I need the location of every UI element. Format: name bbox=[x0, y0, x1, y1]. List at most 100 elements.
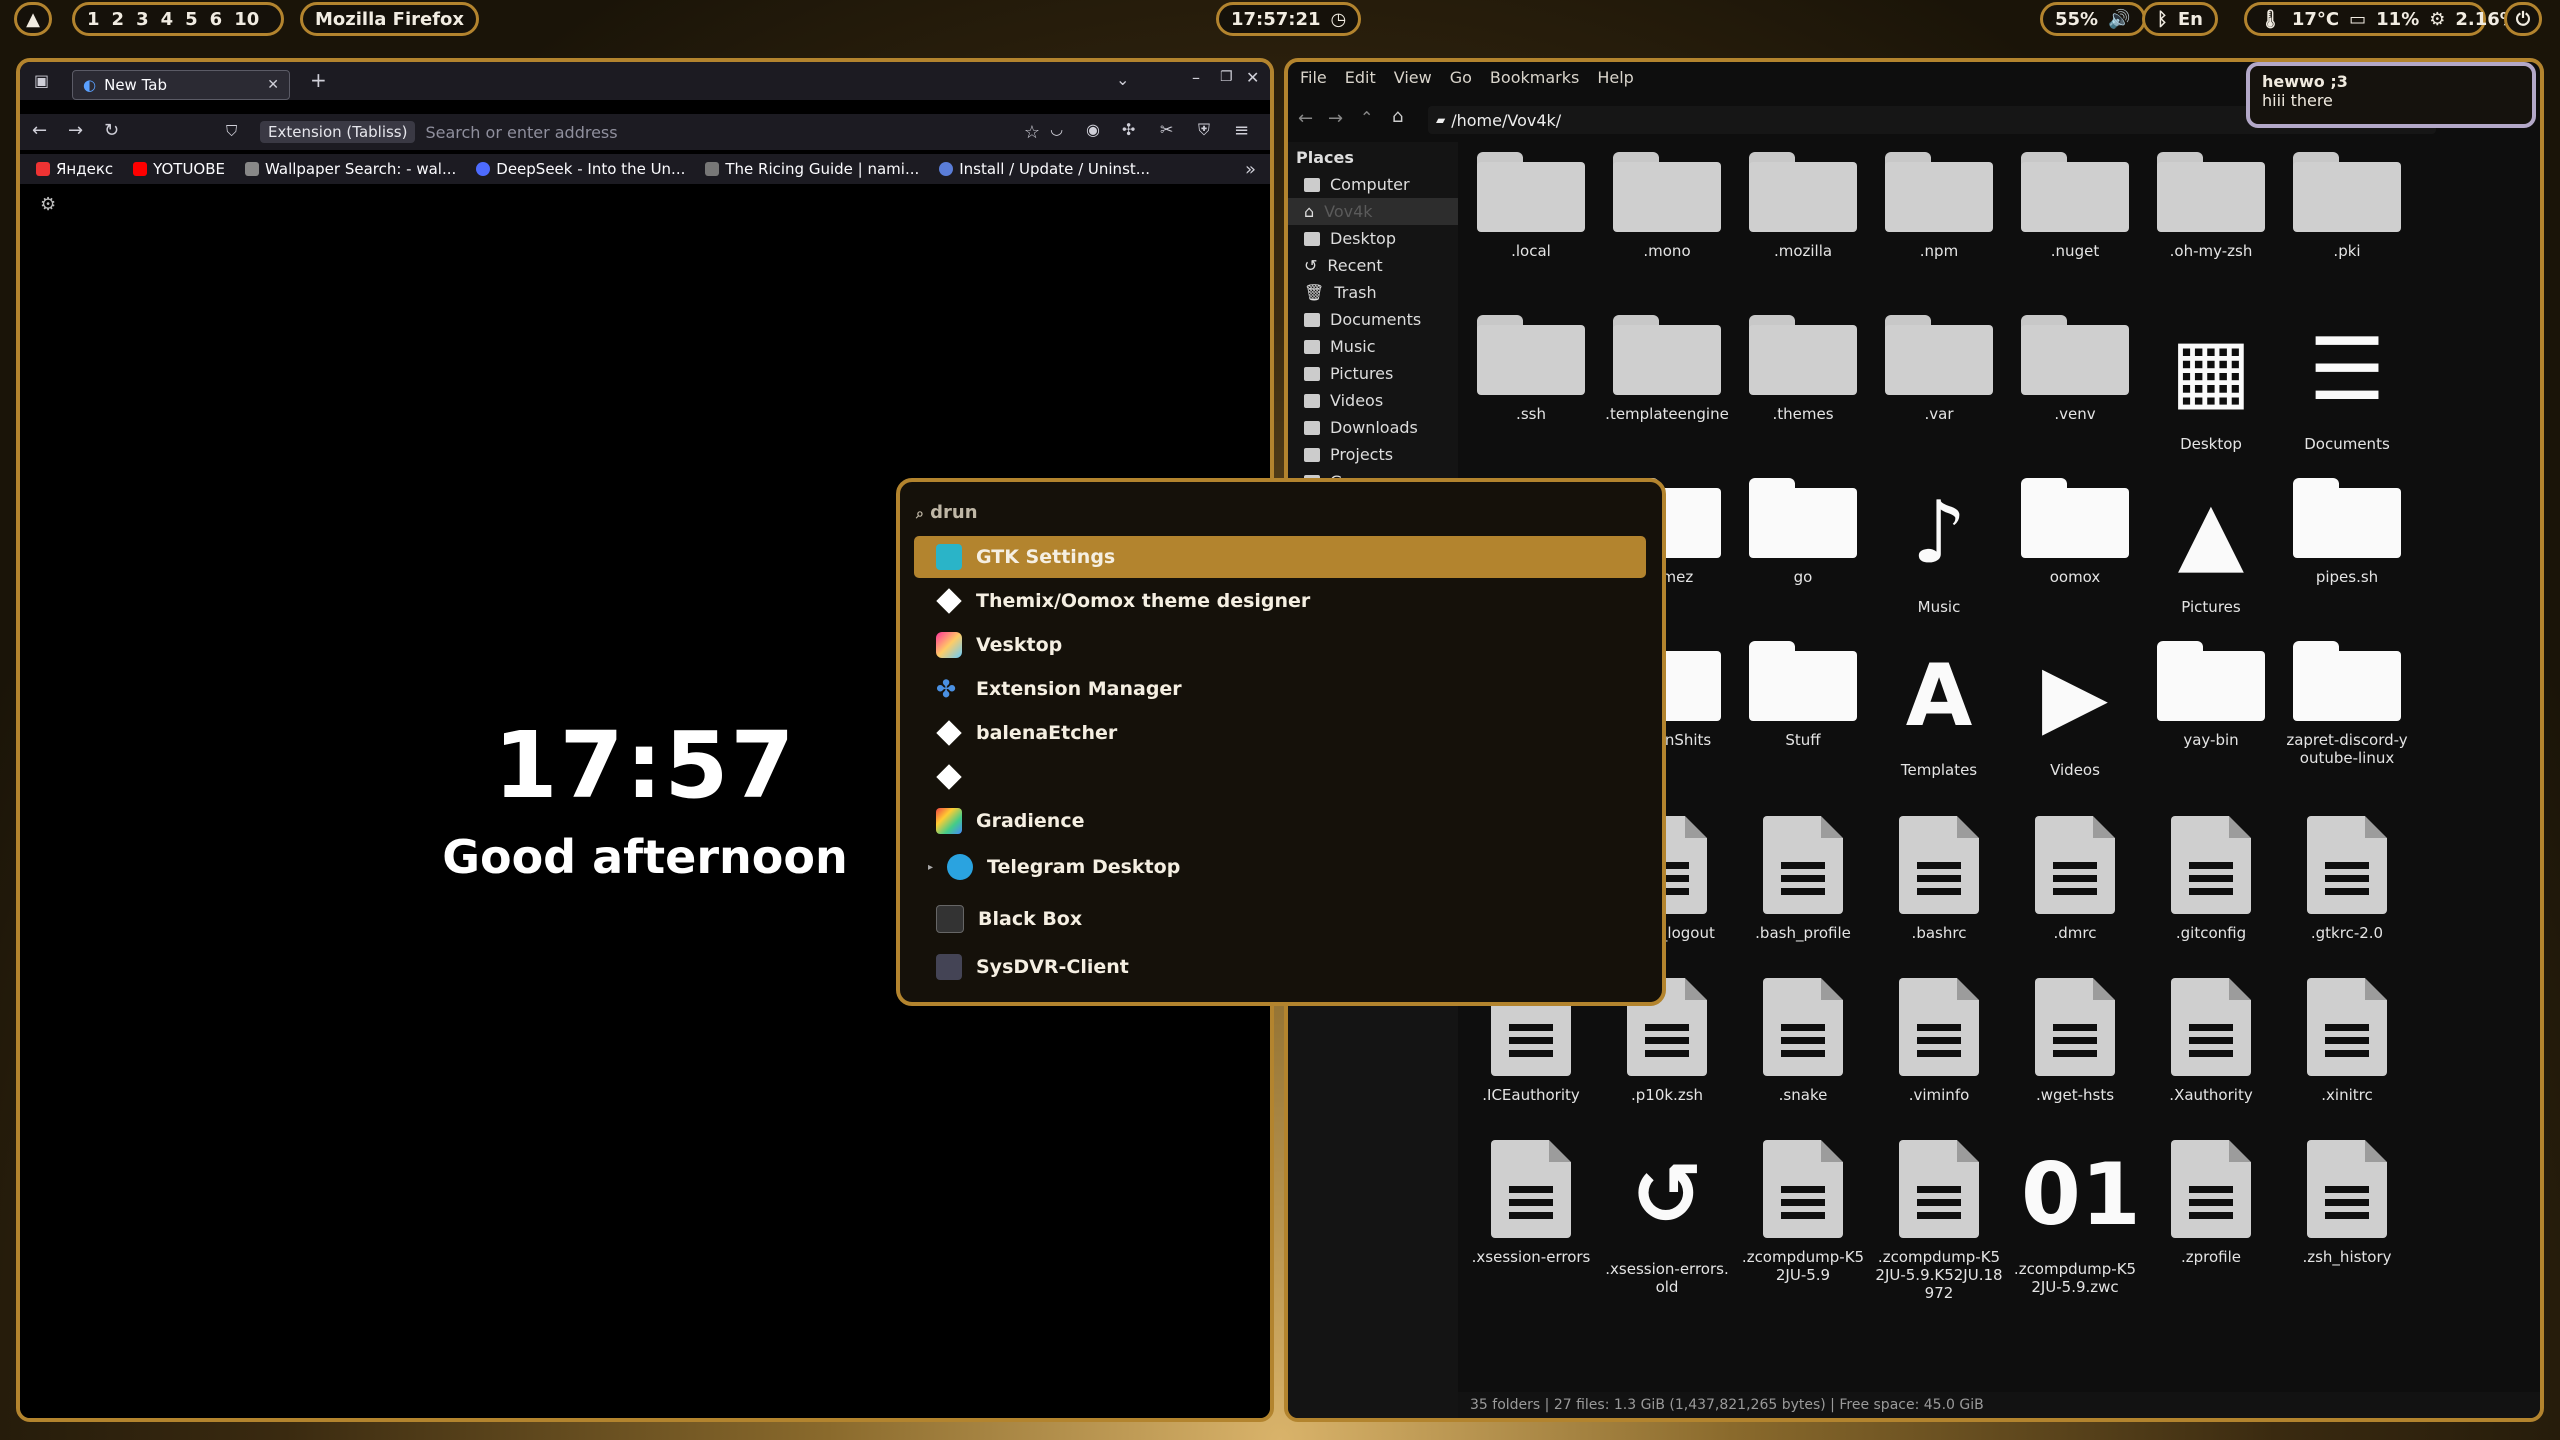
reload-icon[interactable]: ↻ bbox=[104, 120, 119, 141]
workspace-10[interactable]: 10 bbox=[234, 9, 259, 30]
menu-bookmarks[interactable]: Bookmarks bbox=[1490, 68, 1579, 87]
ublock-icon[interactable]: ⛨ bbox=[1198, 120, 1210, 140]
menu-go[interactable]: Go bbox=[1450, 68, 1472, 87]
file-item[interactable]: .xsession-errors bbox=[1466, 1140, 1596, 1266]
place-home[interactable]: ⌂ Vov4k bbox=[1288, 198, 1458, 225]
launcher-item-gradience[interactable]: Gradience bbox=[914, 800, 1646, 842]
menu-view[interactable]: View bbox=[1394, 68, 1432, 87]
place-downloads[interactable]: Downloads bbox=[1288, 414, 1458, 441]
bookmark-deepseek[interactable]: DeepSeek - Into the Un... bbox=[476, 160, 685, 178]
workspace-3[interactable]: 3 bbox=[136, 9, 149, 30]
launcher-item-unnamed[interactable] bbox=[914, 756, 1646, 798]
folder-item[interactable]: go bbox=[1738, 478, 1868, 586]
place-recent[interactable]: ↺ Recent bbox=[1288, 252, 1458, 279]
home-icon[interactable]: ⌂ bbox=[1392, 106, 1403, 127]
file-item[interactable]: ↺ .xsession-errors.old bbox=[1602, 1140, 1732, 1296]
back-icon[interactable]: ← bbox=[1298, 108, 1313, 129]
folder-item[interactable]: pipes.sh bbox=[2282, 478, 2412, 586]
place-documents[interactable]: Documents bbox=[1288, 306, 1458, 333]
tools-icon[interactable]: ✂ bbox=[1160, 120, 1173, 139]
expander-icon[interactable]: ▸ bbox=[928, 862, 933, 873]
folder-item[interactable]: .var bbox=[1874, 315, 2004, 423]
folder-item[interactable]: A Templates bbox=[1874, 641, 2004, 779]
file-item[interactable]: .snake bbox=[1738, 978, 1868, 1104]
bookmark-wallpaper-search[interactable]: Wallpaper Search: - wal... bbox=[245, 160, 456, 178]
launcher-item-balenaetcher[interactable]: balenaEtcher bbox=[914, 712, 1646, 754]
place-projects[interactable]: Projects bbox=[1288, 441, 1458, 468]
file-item[interactable]: .gitconfig bbox=[2146, 816, 2276, 942]
maximize-button[interactable]: ❐ bbox=[1220, 69, 1233, 85]
volume-widget[interactable]: 55% 🔊 bbox=[2040, 2, 2146, 36]
file-item[interactable]: .zprofile bbox=[2146, 1140, 2276, 1266]
bookmark-ricing-guide[interactable]: The Ricing Guide | nami... bbox=[705, 160, 919, 178]
menu-icon[interactable]: ≡ bbox=[1234, 120, 1249, 141]
launcher-item-vesktop[interactable]: Vesktop bbox=[914, 624, 1646, 666]
file-item[interactable]: .xinitrc bbox=[2282, 978, 2412, 1104]
tab-overview-icon[interactable]: ▣ bbox=[34, 71, 49, 90]
bookmarks-overflow-icon[interactable]: » bbox=[1245, 159, 1256, 180]
folder-item[interactable]: ♪ Music bbox=[1874, 478, 2004, 616]
bookmark-star-icon[interactable]: ☆ bbox=[1024, 122, 1040, 143]
settings-gear-icon[interactable]: ⚙ bbox=[40, 194, 56, 215]
file-item[interactable]: .bash_profile bbox=[1738, 816, 1868, 942]
workspace-6[interactable]: 6 bbox=[210, 9, 223, 30]
folder-item[interactable]: .templateengine bbox=[1602, 315, 1732, 423]
folder-item[interactable]: oomox bbox=[2010, 478, 2140, 586]
minimize-button[interactable]: – bbox=[1192, 68, 1200, 87]
launcher-search[interactable]: ⌕ drun bbox=[916, 502, 978, 523]
menu-help[interactable]: Help bbox=[1597, 68, 1633, 87]
folder-item[interactable]: yay-bin bbox=[2146, 641, 2276, 749]
file-item[interactable]: .zcompdump-K52JU-5.9.K52JU.18972 bbox=[1874, 1140, 2004, 1302]
launcher-item-black-box[interactable]: Black Box bbox=[914, 898, 1646, 940]
file-item[interactable]: .zcompdump-K52JU-5.9 bbox=[1738, 1140, 1868, 1284]
launcher-item-extension-manager[interactable]: ✤ Extension Manager bbox=[914, 668, 1646, 710]
extension-chip[interactable]: Extension (Tabliss) bbox=[260, 121, 416, 143]
folder-item[interactable]: .venv bbox=[2010, 315, 2140, 423]
workspace-2[interactable]: 2 bbox=[112, 9, 125, 30]
file-item[interactable]: .wget-hsts bbox=[2010, 978, 2140, 1104]
forward-icon[interactable]: → bbox=[68, 120, 83, 141]
folder-item[interactable]: .nuget bbox=[2010, 152, 2140, 260]
launcher-item-sysdvr[interactable]: SysDVR-Client bbox=[914, 946, 1646, 988]
folder-item[interactable]: .mozilla bbox=[1738, 152, 1868, 260]
file-item[interactable]: .dmrc bbox=[2010, 816, 2140, 942]
folder-item[interactable]: .themes bbox=[1738, 315, 1868, 423]
keyboard-layout-widget[interactable]: ᛒ En bbox=[2142, 2, 2218, 36]
folder-item[interactable]: .mono bbox=[1602, 152, 1732, 260]
folder-item[interactable]: ▶ Videos bbox=[2010, 641, 2140, 779]
folder-item[interactable]: zapret-discord-youtube-linux bbox=[2282, 641, 2412, 767]
file-item[interactable]: .bashrc bbox=[1874, 816, 2004, 942]
folder-item[interactable]: .npm bbox=[1874, 152, 2004, 260]
url-bar[interactable]: Extension (Tabliss) Search or enter addr… bbox=[260, 119, 1040, 145]
new-tab-button[interactable]: + bbox=[310, 68, 327, 92]
file-item[interactable]: .Xauthority bbox=[2146, 978, 2276, 1104]
folder-item[interactable]: ▲ Pictures bbox=[2146, 478, 2276, 616]
folder-item[interactable]: .local bbox=[1466, 152, 1596, 260]
power-button[interactable]: ⏻ bbox=[2504, 2, 2542, 36]
tab-new-tab[interactable]: ◐ New Tab ✕ bbox=[72, 70, 290, 100]
place-pictures[interactable]: Pictures bbox=[1288, 360, 1458, 387]
place-computer[interactable]: Computer bbox=[1288, 171, 1458, 198]
notification-popup[interactable]: hewwo ;3 hiii there bbox=[2246, 62, 2536, 128]
chevron-down-icon[interactable]: ⌄ bbox=[1116, 70, 1129, 89]
file-item[interactable]: .viminfo bbox=[1874, 978, 2004, 1104]
folder-item[interactable]: Stuff bbox=[1738, 641, 1868, 749]
folder-item[interactable]: .ssh bbox=[1466, 315, 1596, 423]
workspace-1[interactable]: 1 bbox=[87, 9, 100, 30]
shield-icon[interactable]: ⛉ bbox=[226, 122, 237, 140]
clock-widget[interactable]: 17:57:21 ◷ bbox=[1216, 2, 1362, 36]
launcher-item-themix[interactable]: Themix/Oomox theme designer bbox=[914, 580, 1646, 622]
close-tab-icon[interactable]: ✕ bbox=[267, 77, 279, 93]
launcher-item-gtk-settings[interactable]: GTK Settings bbox=[914, 536, 1646, 578]
folder-item[interactable]: ▦ Desktop bbox=[2146, 315, 2276, 453]
folder-item[interactable]: .oh-my-zsh bbox=[2146, 152, 2276, 260]
bookmark-install-update[interactable]: Install / Update / Uninst... bbox=[939, 160, 1150, 178]
bookmark-youtube[interactable]: YOTUOBE bbox=[133, 160, 225, 178]
folder-item[interactable]: .pki bbox=[2282, 152, 2412, 260]
forward-icon[interactable]: → bbox=[1328, 108, 1343, 129]
place-trash[interactable]: 🗑 Trash bbox=[1288, 279, 1458, 306]
workspace-4[interactable]: 4 bbox=[161, 9, 174, 30]
launcher-item-telegram[interactable]: ▸ Telegram Desktop bbox=[914, 846, 1646, 888]
launcher-button[interactable]: ▲ bbox=[14, 2, 52, 36]
menu-edit[interactable]: Edit bbox=[1345, 68, 1376, 87]
